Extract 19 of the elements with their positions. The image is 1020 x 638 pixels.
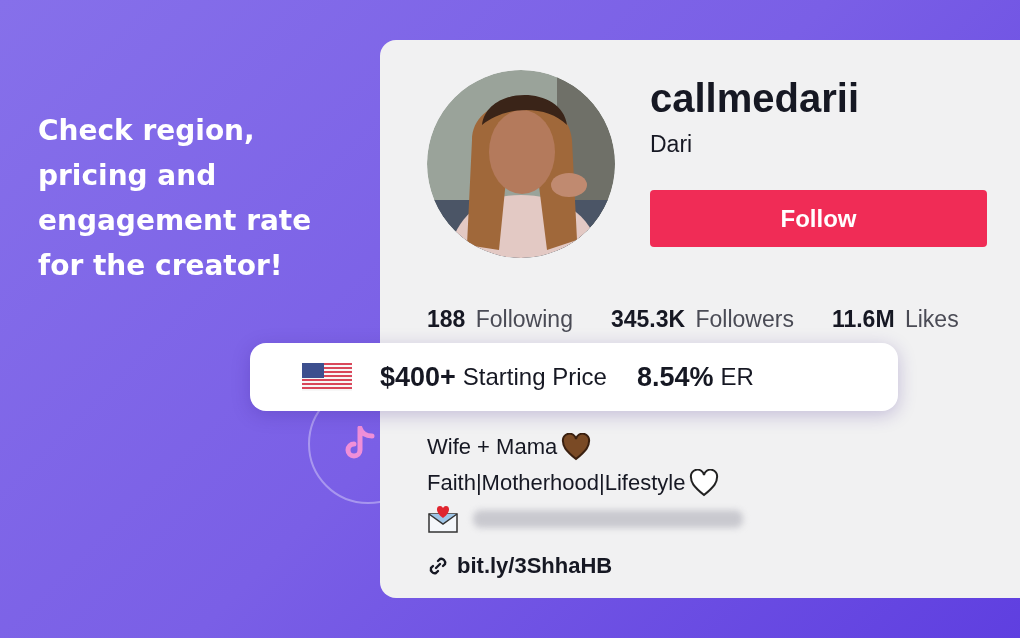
follow-button[interactable]: Follow — [650, 190, 987, 247]
price-label: Starting Price — [462, 363, 607, 391]
er-value: 8.54% — [636, 361, 714, 393]
link-icon — [427, 555, 449, 577]
headline: Check region, pricing and engagement rate for the creator! — [38, 113, 313, 284]
er-label: ER — [720, 363, 754, 391]
price-value: $400+ — [380, 361, 456, 393]
heart-outline-icon — [689, 469, 720, 497]
flag-icon — [302, 363, 352, 391]
bio-text: Faith|Motherhood|Lifestyle — [427, 470, 686, 496]
envelope-icon — [427, 504, 459, 534]
stat-text: 11.6M Likes — [831, 306, 959, 333]
stat-text: 345.3K Followers — [610, 306, 794, 333]
heart-icon — [561, 433, 592, 461]
bio-text: Wife + Mama — [427, 434, 558, 460]
profile-link[interactable]: bit.ly/3ShhaHB — [457, 553, 613, 579]
username: callmedarii — [650, 75, 859, 122]
display-name: Dari — [650, 130, 693, 158]
stat-text: 188 Following — [427, 306, 573, 333]
